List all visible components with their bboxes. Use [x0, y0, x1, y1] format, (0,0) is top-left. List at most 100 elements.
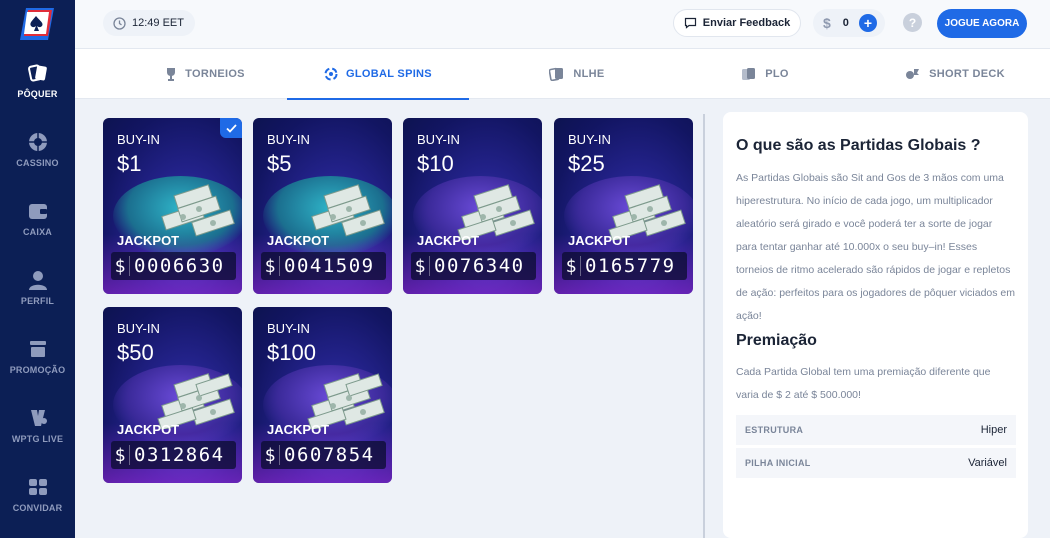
info-row-value: Variável — [968, 457, 1007, 469]
jackpot-label: JACKPOT — [267, 233, 330, 248]
tab-label: GLOBAL SPINS — [346, 68, 432, 80]
top-header: 12:49 EET Enviar Feedback $ 0 + ? JOGUE … — [75, 0, 1050, 49]
jackpot-currency: $ — [414, 255, 426, 277]
buyin-label: BUY-IN — [267, 321, 310, 336]
jackpot-currency: $ — [114, 444, 126, 466]
jackpot-value: 0312864 — [134, 444, 225, 466]
selected-check-icon — [220, 118, 242, 138]
sidebar-item-label: CASSINO — [16, 158, 59, 168]
tab-global-spins[interactable]: GLOBAL SPINS — [287, 49, 469, 100]
tab-label: NLHE — [573, 68, 605, 80]
money-stack-icon — [161, 184, 235, 237]
panel-divider — [703, 114, 705, 538]
jackpot-currency: $ — [264, 444, 276, 466]
play-now-button[interactable]: JOGUE AGORA — [937, 9, 1027, 38]
sidebar-item-convidar[interactable]: CONVIDAR — [0, 476, 75, 513]
jackpot-counter: $ 0076340 — [411, 252, 536, 280]
sidebar-item-perfil[interactable]: PERFIL — [0, 269, 75, 306]
balance-amount: 0 — [842, 17, 849, 29]
add-funds-button[interactable]: + — [858, 14, 877, 32]
prize-title: Premiação — [736, 332, 817, 349]
game-tabs: TORNEIOS GLOBAL SPINS NLHE PLO SHORT DEC… — [75, 49, 1050, 100]
wallet-icon — [28, 204, 47, 219]
clock-time: 12:49 EET — [132, 17, 184, 29]
jackpot-label: JACKPOT — [117, 233, 180, 248]
sidebar: PÔQUER CASSINO CAIXA PERFIL PROMOÇÃO WPT… — [0, 0, 75, 538]
jackpot-counter: $ 0041509 — [261, 252, 386, 280]
jackpot-value: 0041509 — [284, 255, 375, 277]
sidebar-item-label: PROMOÇÃO — [9, 365, 66, 375]
spade-logo[interactable] — [18, 6, 56, 42]
buyin-amount: $25 — [568, 151, 605, 176]
info-row-key: PILHA INICIAL — [745, 458, 811, 468]
jackpot-counter: $ 0165779 — [562, 252, 687, 280]
sidebar-item-label: CONVIDAR — [12, 503, 63, 513]
roulette-icon — [28, 133, 47, 151]
clock-icon — [113, 16, 126, 30]
tab-label: SHORT DECK — [929, 68, 1005, 80]
buyin-label: BUY-IN — [267, 132, 310, 147]
jackpot-value: 0006630 — [134, 255, 225, 277]
info-row-estrutura: ESTRUTURA Hiper — [736, 415, 1016, 445]
sidebar-item-promocao[interactable]: PROMOÇÃO — [0, 338, 75, 375]
chess-icon — [906, 69, 920, 79]
jackpot-label: JACKPOT — [417, 233, 480, 248]
jackpot-currency: $ — [565, 255, 577, 277]
cards-icon — [549, 67, 564, 81]
sidebar-item-caixa[interactable]: CAIXA — [0, 200, 75, 237]
sidebar-item-label: CAIXA — [22, 227, 52, 237]
sidebar-item-wptg-live[interactable]: WPTG LIVE — [0, 407, 75, 444]
jackpot-currency: $ — [264, 255, 276, 277]
spin-card-2[interactable]: BUY-IN $5 JACKPOT $ 0041509 — [253, 118, 392, 294]
user-icon — [28, 271, 47, 290]
buyin-amount: $50 — [117, 340, 154, 365]
buyin-amount: $1 — [117, 151, 142, 176]
cards-stack-icon — [742, 68, 756, 80]
buyin-label: BUY-IN — [417, 132, 460, 147]
buyin-label: BUY-IN — [117, 321, 160, 336]
spin-card-4[interactable]: BUY-IN $25 JACKPOT $ 0165779 — [554, 118, 693, 294]
buyin-amount: $5 — [267, 151, 292, 176]
spin-card-6[interactable]: BUY-IN $100 JACKPOT $ 0607854 — [253, 307, 392, 483]
feedback-button[interactable]: Enviar Feedback — [673, 9, 801, 37]
jackpot-value: 0607854 — [284, 444, 375, 466]
tab-nlhe[interactable]: NLHE — [487, 49, 667, 99]
info-panel: O que são as Partidas Globais ? As Parti… — [723, 112, 1028, 538]
trophy-icon — [167, 68, 176, 81]
ticket-icon — [28, 479, 47, 495]
buyin-label: BUY-IN — [568, 132, 611, 147]
help-button[interactable]: ? — [903, 13, 922, 32]
clock: 12:49 EET — [103, 10, 195, 36]
jackpot-counter: $ 0006630 — [111, 252, 236, 280]
spin-card-3[interactable]: BUY-IN $10 JACKPOT $ 0076340 — [403, 118, 542, 294]
info-title: O que são as Partidas Globais ? — [736, 137, 981, 154]
tab-label: PLO — [765, 68, 789, 80]
money-stack-icon — [311, 184, 385, 237]
gift-icon — [29, 341, 46, 357]
sidebar-item-label: WPTG LIVE — [11, 434, 64, 444]
jackpot-label: JACKPOT — [267, 422, 330, 437]
jackpot-label: JACKPOT — [117, 422, 180, 437]
wptg-icon — [30, 410, 47, 426]
spin-icon — [324, 67, 338, 81]
info-description: As Partidas Globais são Sit and Gos de 3… — [736, 172, 1016, 322]
spin-card-1[interactable]: BUY-IN $1 JACKPOT $ 0006630 — [103, 118, 242, 294]
tab-torneios[interactable]: TORNEIOS — [115, 49, 295, 99]
tab-plo[interactable]: PLO — [675, 49, 855, 99]
sidebar-item-label: PÔQUER — [17, 89, 58, 99]
money-stack-icon — [307, 373, 385, 429]
jackpot-value: 0076340 — [434, 255, 525, 277]
tab-short-deck[interactable]: SHORT DECK — [865, 49, 1045, 99]
info-row-pilha-inicial: PILHA INICIAL Variável — [736, 448, 1016, 478]
balance: $ 0 + — [813, 9, 885, 37]
sidebar-item-cassino[interactable]: CASSINO — [0, 131, 75, 168]
sidebar-item-label: PERFIL — [20, 296, 55, 306]
money-stack-icon — [457, 184, 535, 240]
jackpot-currency: $ — [114, 255, 126, 277]
jackpot-counter: $ 0607854 — [261, 441, 386, 469]
spin-card-5[interactable]: BUY-IN $50 JACKPOT $ 0312864 — [103, 307, 242, 483]
buyin-amount: $100 — [267, 340, 316, 365]
info-row-value: Hiper — [980, 424, 1007, 436]
sidebar-item-poquer[interactable]: PÔQUER — [0, 62, 75, 99]
money-stack-icon — [157, 373, 235, 429]
